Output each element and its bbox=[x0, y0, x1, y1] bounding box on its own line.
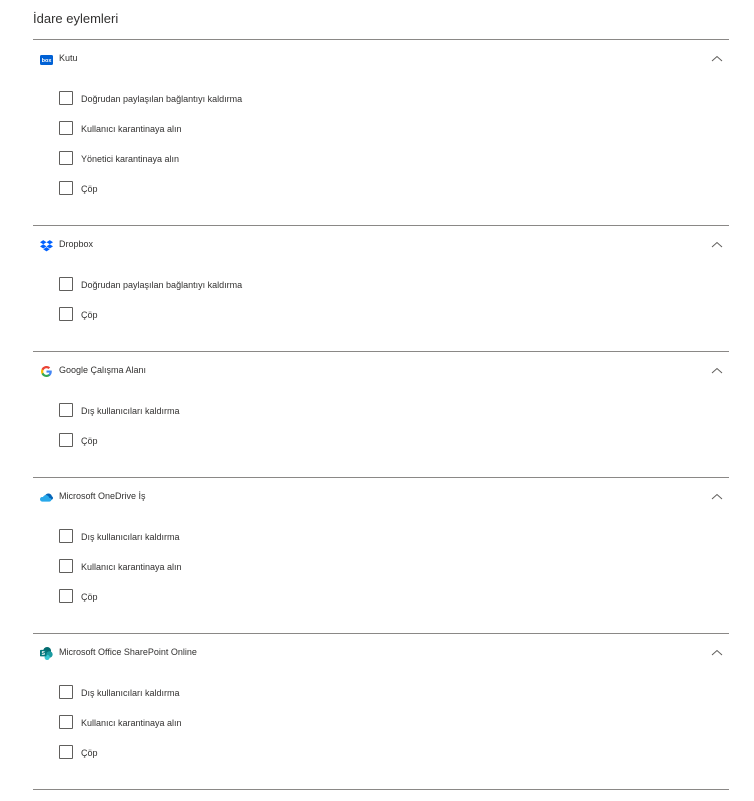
option-label: Çöp bbox=[81, 310, 98, 320]
checkbox[interactable] bbox=[59, 559, 73, 573]
section-google: Google Çalışma Alanı Dış kullanıcıları k… bbox=[33, 351, 729, 478]
section-header-google[interactable]: Google Çalışma Alanı bbox=[33, 352, 729, 390]
option-admin-quarantine[interactable]: Yönetici karantinaya alın bbox=[58, 151, 358, 169]
section-title: Microsoft Office SharePoint Online bbox=[59, 647, 197, 657]
checkbox[interactable] bbox=[59, 589, 73, 603]
page-title: İdare eylemleri bbox=[33, 11, 119, 26]
checkbox[interactable] bbox=[59, 181, 73, 195]
option-label: Dış kullanıcıları kaldırma bbox=[81, 532, 180, 542]
option-user-quarantine[interactable]: Kullanıcı karantinaya alın bbox=[58, 559, 358, 577]
checkbox[interactable] bbox=[59, 433, 73, 447]
svg-text:S: S bbox=[42, 651, 46, 657]
option-remove-external-users[interactable]: Dış kullanıcıları kaldırma bbox=[58, 403, 358, 421]
section-onedrive: Microsoft OneDrive İş Dış kullanıcıları … bbox=[33, 477, 729, 634]
option-label: Dış kullanıcıları kaldırma bbox=[81, 688, 180, 698]
checkbox[interactable] bbox=[59, 529, 73, 543]
option-label: Çöp bbox=[81, 748, 98, 758]
section-title: Dropbox bbox=[59, 239, 94, 249]
option-remove-direct-link[interactable]: Doğrudan paylaşılan bağlantıyı kaldırma bbox=[58, 277, 358, 295]
section-header-dropbox[interactable]: Dropbox bbox=[33, 226, 729, 264]
option-label: Kullanıcı karantinaya alın bbox=[81, 124, 182, 134]
option-user-quarantine[interactable]: Kullanıcı karantinaya alın bbox=[58, 121, 358, 139]
divider bbox=[33, 789, 729, 790]
option-remove-external-users[interactable]: Dış kullanıcıları kaldırma bbox=[58, 685, 358, 703]
option-label: Doğrudan paylaşılan bağlantıyı kaldırma bbox=[81, 94, 243, 104]
chevron-up-icon[interactable] bbox=[711, 240, 723, 250]
onedrive-icon bbox=[40, 491, 53, 504]
box-icon: box bbox=[40, 53, 53, 66]
chevron-up-icon[interactable] bbox=[711, 54, 723, 64]
checkbox[interactable] bbox=[59, 745, 73, 759]
section-header-onedrive[interactable]: Microsoft OneDrive İş bbox=[33, 478, 729, 516]
option-label: Çöp bbox=[81, 436, 98, 446]
section-header-sharepoint[interactable]: S Microsoft Office SharePoint Online bbox=[33, 634, 729, 672]
checkbox[interactable] bbox=[59, 91, 73, 105]
option-label: Çöp bbox=[81, 184, 98, 194]
checkbox[interactable] bbox=[59, 151, 73, 165]
option-remove-direct-link[interactable]: Doğrudan paylaşılan bağlantıyı kaldırma bbox=[58, 91, 358, 109]
checkbox[interactable] bbox=[59, 685, 73, 699]
svg-text:box: box bbox=[42, 58, 53, 64]
section-header-box[interactable]: box Kutu bbox=[33, 40, 729, 78]
option-trash[interactable]: Çöp bbox=[58, 589, 358, 607]
checkbox[interactable] bbox=[59, 121, 73, 135]
checkbox[interactable] bbox=[59, 277, 73, 291]
chevron-up-icon[interactable] bbox=[711, 366, 723, 376]
google-icon bbox=[40, 365, 53, 378]
option-label: Kullanıcı karantinaya alın bbox=[81, 718, 182, 728]
checkbox[interactable] bbox=[59, 715, 73, 729]
option-label: Dış kullanıcıları kaldırma bbox=[81, 406, 180, 416]
option-remove-external-users[interactable]: Dış kullanıcıları kaldırma bbox=[58, 529, 358, 547]
dropbox-icon bbox=[40, 239, 53, 252]
option-user-quarantine[interactable]: Kullanıcı karantinaya alın bbox=[58, 715, 358, 733]
section-title: Microsoft OneDrive İş bbox=[59, 491, 146, 501]
section-dropbox: Dropbox Doğrudan paylaşılan bağlantıyı k… bbox=[33, 225, 729, 352]
section-sharepoint: S Microsoft Office SharePoint Online Dış… bbox=[33, 633, 729, 790]
option-label: Yönetici karantinaya alın bbox=[81, 154, 180, 164]
section-title: Google Çalışma Alanı bbox=[59, 365, 147, 375]
checkbox[interactable] bbox=[59, 403, 73, 417]
section-box: box Kutu Doğrudan paylaşılan bağlantıyı … bbox=[33, 39, 729, 226]
checkbox[interactable] bbox=[59, 307, 73, 321]
chevron-up-icon[interactable] bbox=[711, 492, 723, 502]
option-trash[interactable]: Çöp bbox=[58, 745, 358, 763]
option-trash[interactable]: Çöp bbox=[58, 181, 358, 199]
option-label: Doğrudan paylaşılan bağlantıyı kaldırma bbox=[81, 280, 243, 290]
option-label: Çöp bbox=[81, 592, 98, 602]
sharepoint-icon: S bbox=[40, 647, 53, 660]
section-title: Kutu bbox=[59, 53, 78, 63]
option-trash[interactable]: Çöp bbox=[58, 307, 358, 325]
chevron-up-icon[interactable] bbox=[711, 648, 723, 658]
option-trash[interactable]: Çöp bbox=[58, 433, 358, 451]
option-label: Kullanıcı karantinaya alın bbox=[81, 562, 182, 572]
